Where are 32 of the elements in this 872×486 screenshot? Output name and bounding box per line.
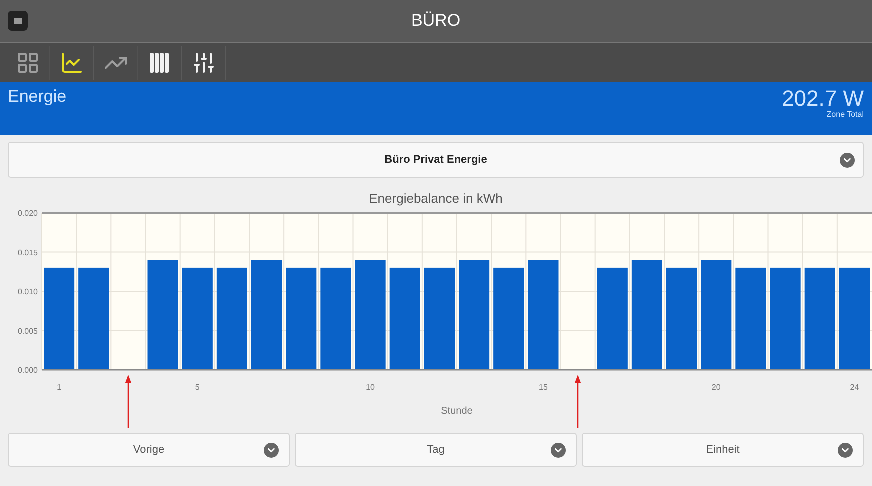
dropdown-icon [838,442,853,458]
y-tick-label: 0.000 [18,366,38,375]
dropdown-icon [551,442,566,458]
window-title: BÜRO [411,10,461,32]
power-value: 202.7 W [782,88,864,110]
x-tick-label: 24 [850,383,860,392]
x-tick-label: 5 [195,383,200,392]
x-tick-label: 1 [57,383,62,392]
y-tick-label: 0.005 [18,326,38,336]
value-caption: Zone Total [826,110,864,120]
dropdown-button[interactable]: Tag [295,433,577,467]
section-title: Energie [8,88,67,108]
sliders-icon [192,50,216,74]
radiator-icon [148,50,172,74]
x-tick-label: 15 [539,383,548,392]
grid-icon [16,50,40,74]
y-tick-label: 0.010 [18,288,38,296]
y-tick-label: 0.020 [18,210,38,218]
x-tick-label: 10 [366,383,375,392]
y-tick-label: 0.015 [18,248,38,258]
menu-button[interactable] [8,11,28,31]
zone-dropdown[interactable]: Büro Privat Energie [8,142,864,178]
dropdown-button[interactable]: Vorige [8,433,290,467]
dropdown-icon [264,442,279,458]
arrow [575,375,582,428]
x-tick-label: 20 [712,383,721,392]
chart-title: Energiebalance in kWh [369,190,503,208]
arrow [125,375,132,428]
dropdown-button[interactable]: Einheit [582,433,864,467]
x-axis-label: Stunde [441,406,473,417]
dropdown-icon [840,152,855,168]
line-chart-icon [60,50,84,74]
